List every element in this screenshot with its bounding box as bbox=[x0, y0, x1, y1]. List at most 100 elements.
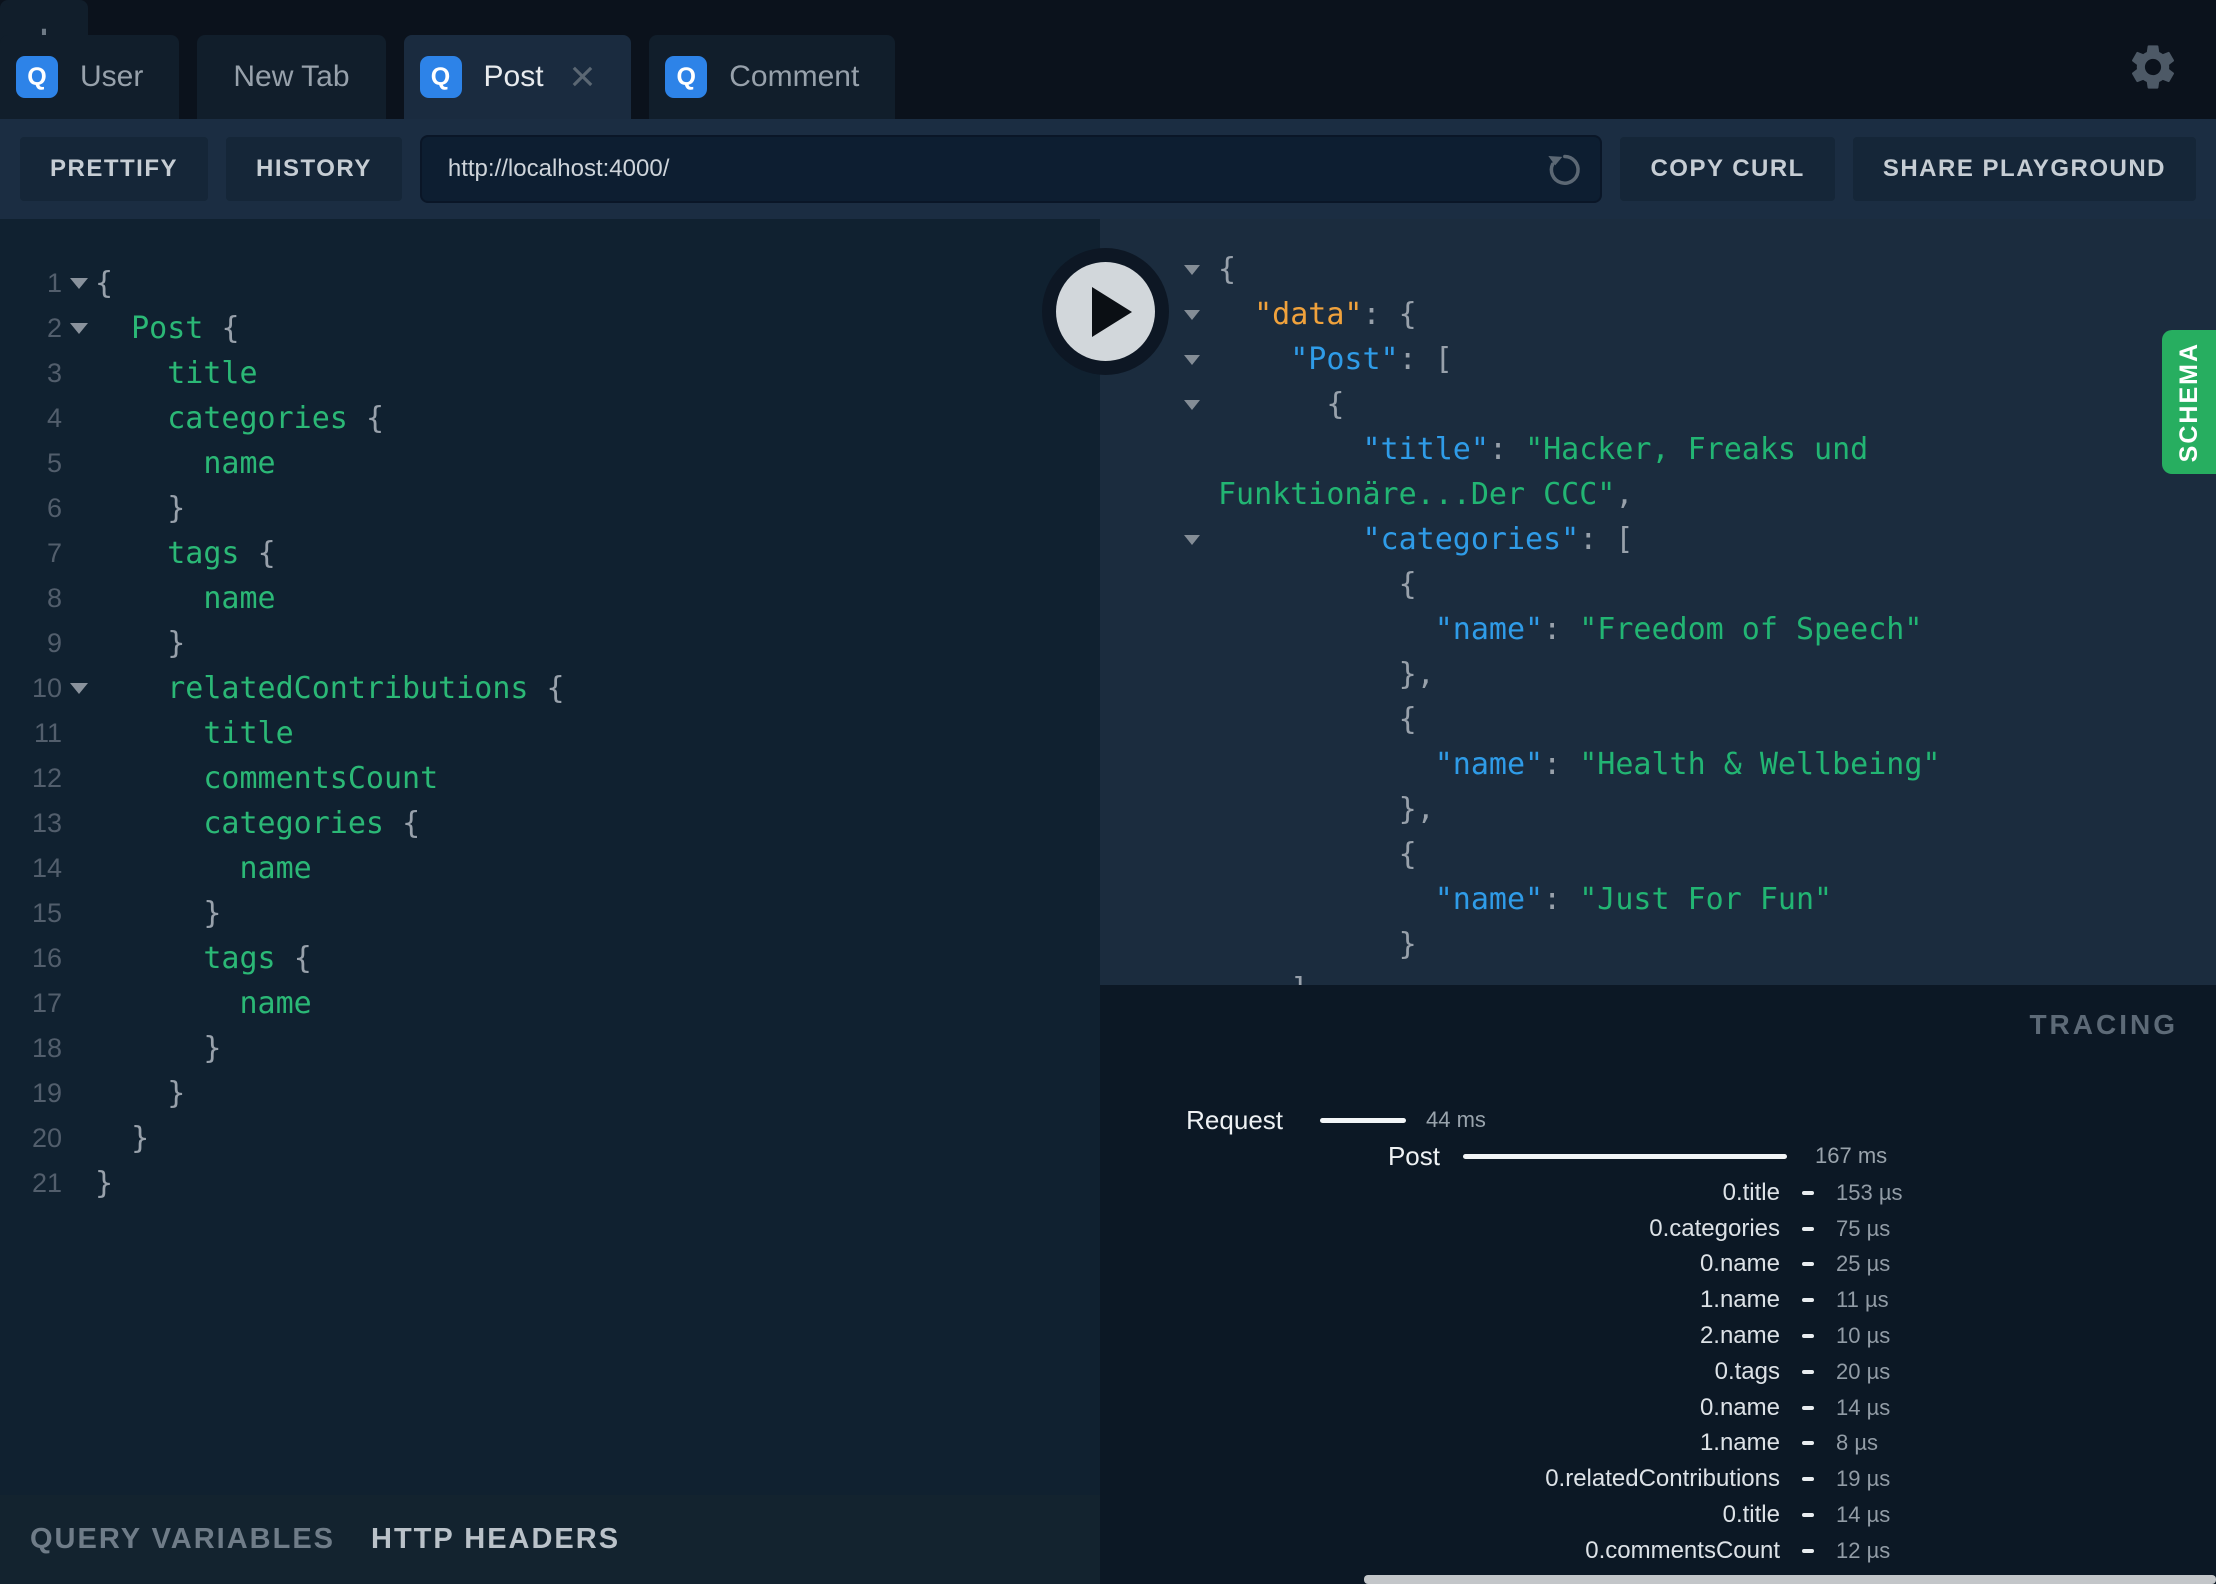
response-line: { bbox=[1100, 382, 2216, 427]
query-variables-tab[interactable]: QUERY VARIABLES bbox=[30, 1523, 335, 1556]
resolver-path: 0.relatedContributions bbox=[1545, 1465, 1780, 1493]
code-segment: { bbox=[221, 311, 240, 346]
line-number: 6 bbox=[46, 493, 62, 523]
tab-bar: QUserNew TabQPost×QComment + bbox=[0, 0, 2216, 119]
resolver-path: 0.name bbox=[1699, 1393, 1780, 1421]
code-text: commentsCount bbox=[95, 761, 438, 796]
copy-curl-button[interactable]: COPY CURL bbox=[1620, 137, 1835, 201]
response-line: ] bbox=[1100, 967, 2216, 985]
code-text: name bbox=[95, 581, 275, 616]
collapse-arrow-icon[interactable] bbox=[1184, 399, 1200, 410]
code-text: "data": { bbox=[1218, 297, 1417, 332]
share-playground-button[interactable]: SHARE PLAYGROUND bbox=[1852, 137, 2196, 201]
line-number: 7 bbox=[46, 538, 62, 568]
response-line: "name": "Freedom of Speech" bbox=[1100, 607, 2216, 652]
editor-line: 18 } bbox=[0, 1026, 1100, 1071]
line-number: 20 bbox=[31, 1123, 62, 1153]
url-input[interactable] bbox=[447, 155, 1545, 183]
response-line: } bbox=[1100, 922, 2216, 967]
resolver-dash bbox=[1802, 1548, 1814, 1553]
code-text: name bbox=[95, 986, 312, 1021]
code-text: "title": "Hacker, Freaks und bbox=[1218, 432, 1869, 467]
code-segment: } bbox=[203, 1031, 222, 1066]
code-text: }, bbox=[1218, 792, 1435, 827]
code-text: Post { bbox=[95, 311, 240, 346]
code-segment: { bbox=[365, 401, 384, 436]
resolver-dash bbox=[1802, 1441, 1814, 1446]
code-segment: , bbox=[1615, 477, 1634, 512]
fold-arrow-icon[interactable] bbox=[69, 278, 88, 289]
code-text: { bbox=[1218, 387, 1344, 422]
schema-button[interactable]: SCHEMA bbox=[2162, 330, 2216, 474]
tab-new-tab[interactable]: New Tab bbox=[197, 35, 386, 119]
code-text: "name": "Freedom of Speech" bbox=[1218, 612, 1923, 647]
line-number: 12 bbox=[31, 763, 62, 793]
collapse-arrow-icon[interactable] bbox=[1184, 309, 1200, 320]
editor-line: 20 } bbox=[0, 1116, 1100, 1161]
collapse-arrow-icon[interactable] bbox=[1184, 534, 1200, 545]
code-text: { bbox=[1218, 837, 1417, 872]
code-segment: "Health & Wellbeing" bbox=[1579, 747, 1941, 782]
prettify-button[interactable]: PRETTIFY bbox=[20, 137, 209, 201]
resolver-path: 1.name bbox=[1699, 1429, 1780, 1457]
code-segment: : bbox=[1543, 612, 1580, 647]
resolver-dash bbox=[1802, 1262, 1814, 1267]
horizontal-scrollbar[interactable] bbox=[1364, 1575, 2216, 1584]
line-number: 1 bbox=[46, 268, 62, 298]
fold-arrow-icon[interactable] bbox=[69, 323, 88, 334]
code-text: } bbox=[95, 896, 221, 931]
code-segment: }, bbox=[1398, 792, 1435, 827]
query-badge: Q bbox=[16, 56, 58, 98]
line-number: 10 bbox=[31, 673, 62, 703]
response-line: "name": "Health & Wellbeing" bbox=[1100, 742, 2216, 787]
tracing-resolver-row: 0.title 14 µs bbox=[1100, 1497, 2216, 1533]
trace-span-duration: 167 ms bbox=[1815, 1143, 1888, 1168]
editor-line: 21} bbox=[0, 1161, 1100, 1206]
close-tab-icon[interactable]: × bbox=[570, 55, 596, 99]
code-segment: } bbox=[203, 896, 222, 931]
code-segment: commentsCount bbox=[203, 761, 439, 796]
line-number: 4 bbox=[46, 403, 62, 433]
code-segment: "name" bbox=[1434, 612, 1544, 647]
tab-post[interactable]: Q Post × bbox=[403, 35, 632, 119]
resolver-path: 0.categories bbox=[1649, 1214, 1780, 1242]
tracing-resolver-row: 0.categories 75 µs bbox=[1100, 1211, 2216, 1247]
tracing-resolver-row: 0.name 25 µs bbox=[1100, 1247, 2216, 1283]
line-number: 15 bbox=[31, 898, 62, 928]
reload-icon[interactable] bbox=[1544, 149, 1584, 189]
line-number: 3 bbox=[46, 358, 62, 388]
tracing-resolver-row: 1.name 11 µs bbox=[1100, 1282, 2216, 1318]
resolver-path: 1.name bbox=[1699, 1286, 1780, 1314]
code-segment: Post bbox=[131, 311, 222, 346]
fold-arrow-icon[interactable] bbox=[69, 683, 88, 694]
code-segment: { bbox=[293, 941, 312, 976]
history-button[interactable]: HISTORY bbox=[226, 137, 402, 201]
run-query-button[interactable] bbox=[1042, 248, 1169, 375]
code-text: tags { bbox=[95, 941, 312, 976]
code-text: Funktionäre...Der CCC", bbox=[1218, 477, 1633, 512]
code-segment: : [ bbox=[1398, 342, 1453, 377]
tracing-resolver-row: 0.commentsCount 12 µs bbox=[1100, 1533, 2216, 1569]
collapse-arrow-icon[interactable] bbox=[1184, 264, 1200, 275]
line-number: 19 bbox=[31, 1078, 62, 1108]
editor-line: 1{ bbox=[0, 261, 1100, 306]
code-segment: name bbox=[239, 986, 312, 1021]
code-segment: : bbox=[1543, 747, 1580, 782]
editor-line: 16 tags { bbox=[0, 936, 1100, 981]
settings-button[interactable] bbox=[2126, 40, 2180, 94]
trace-span-bar bbox=[1463, 1153, 1787, 1159]
collapse-arrow-icon[interactable] bbox=[1184, 354, 1200, 365]
line-number: 9 bbox=[46, 628, 62, 658]
tab-user[interactable]: Q User bbox=[0, 35, 180, 119]
query-editor-pane[interactable]: 1{2 Post {3 title 4 categories {5 name 6 }… bbox=[0, 219, 1100, 1495]
tab-comment[interactable]: Q Comment bbox=[649, 35, 896, 119]
line-number: 13 bbox=[31, 808, 62, 838]
response-line: }, bbox=[1100, 787, 2216, 832]
http-headers-tab[interactable]: HTTP HEADERS bbox=[371, 1523, 620, 1556]
editor-line: 11 title bbox=[0, 711, 1100, 756]
resolver-time: 20 µs bbox=[1836, 1358, 1891, 1384]
